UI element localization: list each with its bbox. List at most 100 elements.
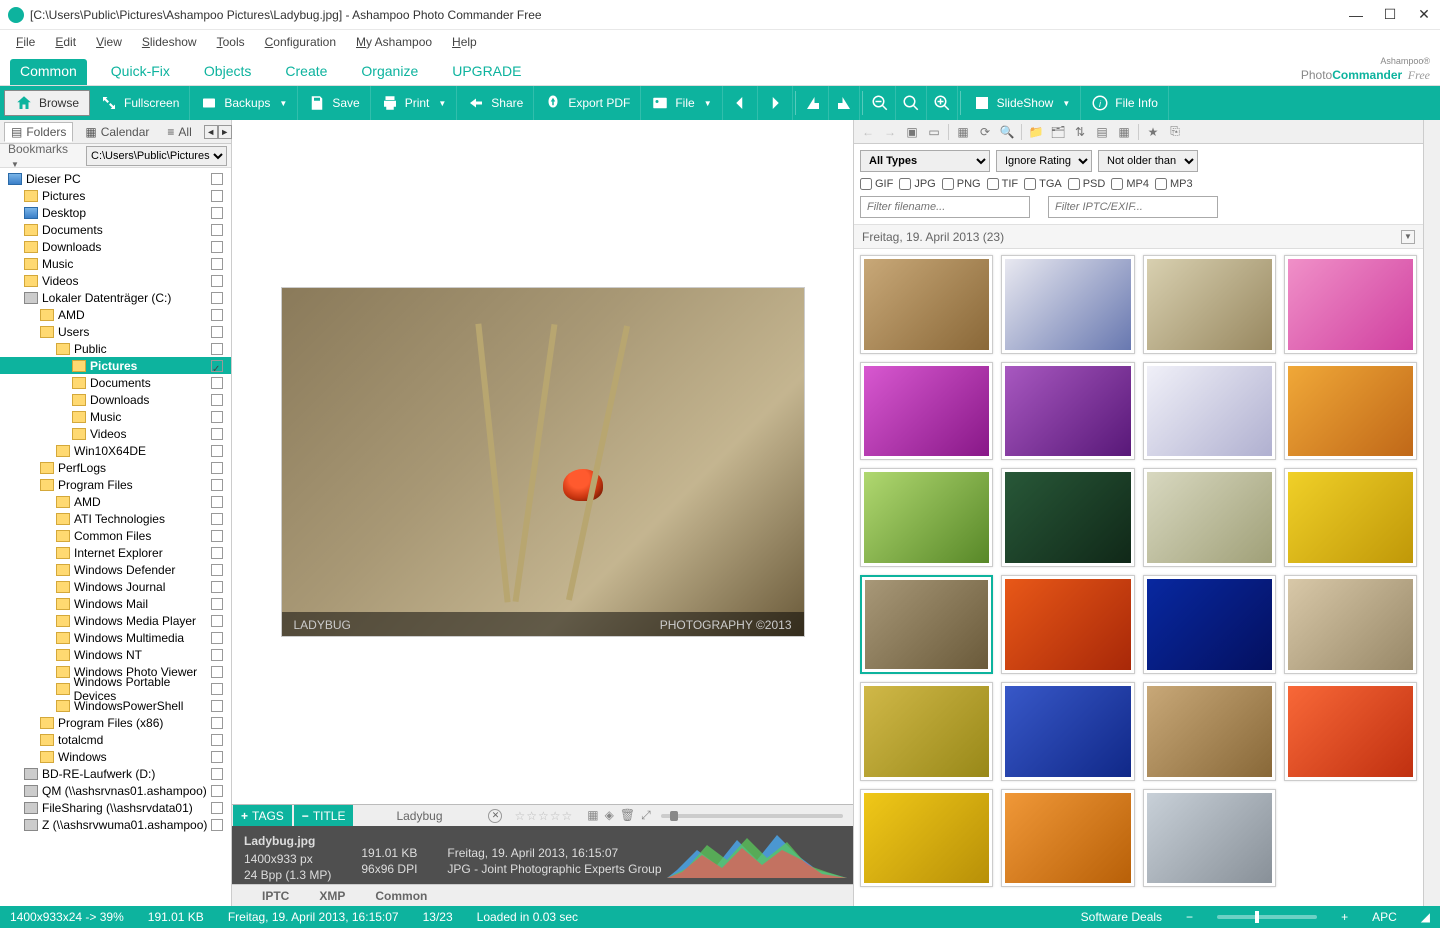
tree-node[interactable]: Documents [0,374,231,391]
xmp-tab[interactable]: XMP [319,889,345,903]
exif-filter[interactable] [1048,196,1218,218]
tree-checkbox[interactable] [211,377,223,389]
tree-node[interactable]: Music [0,255,231,272]
tab-next[interactable]: ► [218,125,232,139]
refresh-icon[interactable]: ⟳ [977,124,993,140]
tree-node[interactable]: Windows [0,748,231,765]
tree-checkbox[interactable] [211,513,223,525]
tab-prev[interactable]: ◄ [204,125,218,139]
tree-node[interactable]: Z (\\ashsrvwuma01.ashampoo) [0,816,231,833]
thumbnail[interactable] [1001,789,1134,888]
tree-checkbox[interactable] [211,768,223,780]
tree-node[interactable]: totalcmd [0,731,231,748]
tree-checkbox[interactable] [211,428,223,440]
thumbnail[interactable] [1284,255,1417,354]
remove-title-button[interactable]: −TITLE [294,805,354,826]
tree-node[interactable]: Documents [0,221,231,238]
tree-checkbox[interactable] [211,819,223,831]
tree-checkbox[interactable] [211,292,223,304]
folders-tab[interactable]: ▤Folders [4,122,73,142]
zoom-plus[interactable]: + [1341,910,1348,924]
tree-checkbox[interactable] [211,241,223,253]
group-collapse-icon[interactable]: ▼ [1401,230,1415,244]
thumbnail[interactable] [1143,575,1276,674]
thumbnail[interactable] [860,362,993,461]
tree-node[interactable]: Downloads [0,238,231,255]
clear-title[interactable]: ✕ [488,809,502,823]
folder-tree[interactable]: Dieser PCPicturesDesktopDocumentsDownloa… [0,168,231,906]
tree-node[interactable]: QM (\\ashsrvnas01.ashampoo) [0,782,231,799]
folders-icon[interactable]: 🗂 [1050,124,1066,140]
format-psd[interactable]: PSD [1068,178,1106,190]
thumbnail[interactable] [860,682,993,781]
backups-button[interactable]: Backups▼ [190,86,298,120]
tag-mini-icon[interactable]: ◈ [605,808,614,823]
close-button[interactable]: ✕ [1416,7,1432,23]
thumbnail[interactable] [860,575,993,674]
tree-checkbox[interactable] [211,445,223,457]
zoom-out-button[interactable] [865,86,896,120]
next-button[interactable] [758,86,793,120]
thumbnail[interactable] [1284,468,1417,567]
tree-checkbox[interactable] [211,547,223,559]
tree-checkbox[interactable] [211,615,223,627]
scrollbar[interactable] [1423,120,1440,906]
tab-organize[interactable]: Organize [351,59,428,85]
tab-upgrade[interactable]: UPGRADE [442,59,531,85]
tree-checkbox[interactable] [211,360,223,372]
save-button[interactable]: Save [298,86,370,120]
resize-grip-icon[interactable]: ◢ [1421,910,1430,924]
zoom-minus[interactable]: − [1186,910,1193,924]
tree-checkbox[interactable] [211,173,223,185]
thumbnail[interactable] [1143,789,1276,888]
menu-slideshow[interactable]: Slideshow [134,33,205,51]
minimize-button[interactable]: — [1348,7,1364,23]
list-icon[interactable]: ▤ [1094,124,1110,140]
tab-objects[interactable]: Objects [194,59,261,85]
format-mp3[interactable]: MP3 [1155,178,1193,190]
thumbnail[interactable] [1143,255,1276,354]
tree-checkbox[interactable] [211,683,223,695]
browse-button[interactable]: Browse [4,90,90,116]
tree-checkbox[interactable] [211,207,223,219]
tree-checkbox[interactable] [211,411,223,423]
types-filter[interactable]: All Types [860,150,990,172]
print-button[interactable]: Print▼ [371,86,458,120]
sort-icon[interactable]: ⇅ [1072,124,1088,140]
tree-node[interactable]: Pictures [0,187,231,204]
menu-file[interactable]: File [8,33,43,51]
thumbnail[interactable] [860,789,993,888]
zoom-slider[interactable] [1217,915,1317,919]
tree-checkbox[interactable] [211,598,223,610]
tree-node[interactable]: Windows NT [0,646,231,663]
folder-up-icon[interactable]: ▣ [904,124,920,140]
menu-edit[interactable]: Edit [47,33,84,51]
title-value[interactable]: Ladybug [354,809,484,823]
tree-checkbox[interactable] [211,190,223,202]
menu-help[interactable]: Help [444,33,485,51]
fullscreen-button[interactable]: Fullscreen [90,86,190,120]
tree-checkbox[interactable] [211,479,223,491]
thumbnail[interactable] [860,468,993,567]
tree-checkbox[interactable] [211,717,223,729]
star-icon[interactable]: ★ [1145,124,1161,140]
tree-checkbox[interactable] [211,326,223,338]
age-filter[interactable]: Not older than... [1098,150,1198,172]
tree-node[interactable]: Music [0,408,231,425]
thumb-mini-icon[interactable]: ▦ [587,808,598,823]
tree-node[interactable]: FileSharing (\\ashsrvdata01) [0,799,231,816]
thumbnail[interactable] [1284,362,1417,461]
grid-icon[interactable]: ▦ [955,124,971,140]
thumbnail[interactable] [1143,682,1276,781]
tree-checkbox[interactable] [211,462,223,474]
tree-checkbox[interactable] [211,530,223,542]
tree-checkbox[interactable] [211,632,223,644]
tree-node[interactable]: Internet Explorer [0,544,231,561]
tree-node[interactable]: Windows Journal [0,578,231,595]
tree-checkbox[interactable] [211,394,223,406]
tree-node[interactable]: Users [0,323,231,340]
export-pdf-button[interactable]: Export PDF [534,86,641,120]
tree-checkbox[interactable] [211,309,223,321]
tree-checkbox[interactable] [211,224,223,236]
tree-checkbox[interactable] [211,564,223,576]
